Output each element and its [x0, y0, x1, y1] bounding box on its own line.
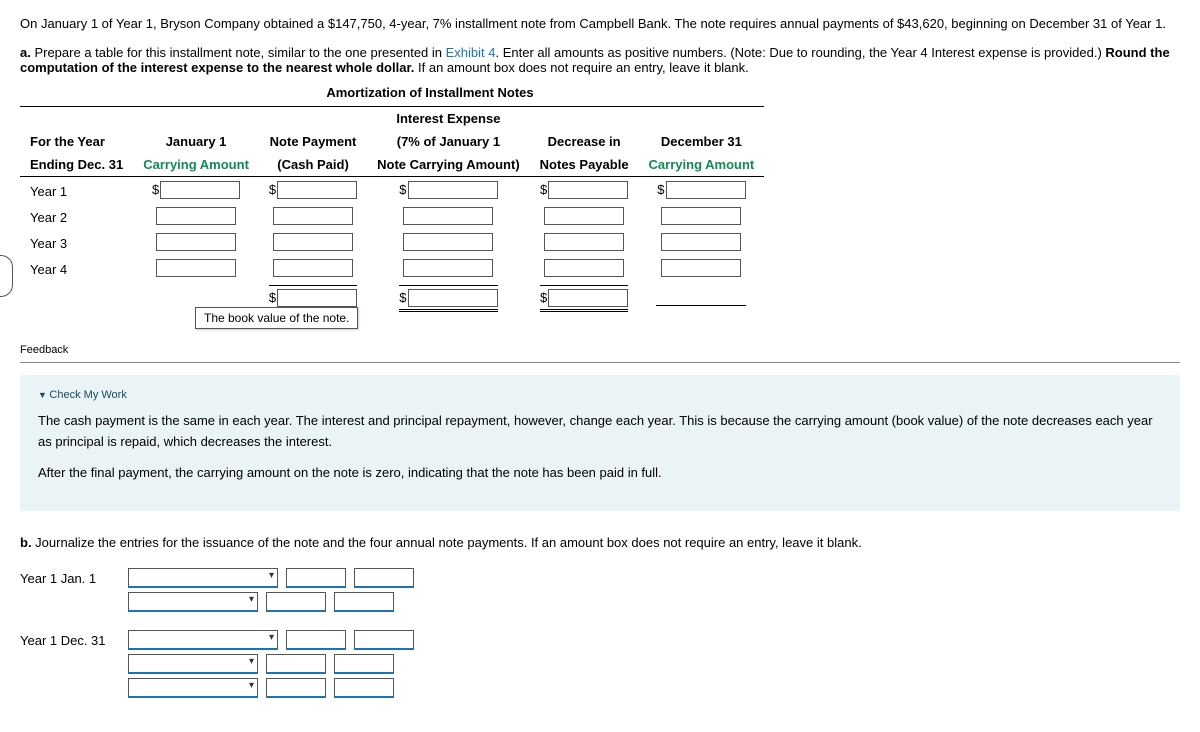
table-row: Year 4 — [20, 255, 764, 281]
dec31-account-2[interactable] — [128, 654, 258, 674]
y3-decrease[interactable] — [544, 233, 624, 251]
jan1-account-1[interactable] — [128, 568, 278, 588]
scroll-handle-icon[interactable] — [0, 255, 13, 297]
y4-payment[interactable] — [273, 259, 353, 277]
col5-header-2: Notes Payable — [530, 153, 639, 177]
y3-interest[interactable] — [403, 233, 493, 251]
journal-entry-dec31: Year 1 Dec. 31 — [20, 630, 1180, 698]
y2-payment[interactable] — [273, 207, 353, 225]
y4-decrease[interactable] — [544, 259, 624, 277]
cmw-paragraph-1: The cash payment is the same in each yea… — [38, 411, 1162, 453]
col2-header-1: January 1 — [133, 130, 259, 153]
tooltip-text: The book value of the note. — [204, 311, 349, 325]
amortization-table: Interest Expense For the Year January 1 … — [20, 106, 764, 316]
tooltip-box: The book value of the note. — [195, 307, 358, 329]
dec31-credit-3[interactable] — [334, 678, 394, 698]
check-my-work-box: Check My Work The cash payment is the sa… — [20, 375, 1180, 511]
journal-entry-jan1: Year 1 Jan. 1 — [20, 568, 1180, 612]
y1-dec31-carrying[interactable] — [666, 181, 746, 199]
part-a-prompt: a. Prepare a table for this installment … — [20, 45, 1180, 75]
y3-jan1-carrying[interactable] — [156, 233, 236, 251]
part-a-text2: . Enter all amounts as positive numbers.… — [496, 45, 1106, 60]
table-title: Amortization of Installment Notes — [20, 85, 840, 100]
table-row: Year 3 — [20, 229, 764, 255]
dec31-debit-3[interactable] — [266, 678, 326, 698]
check-my-work-toggle[interactable]: Check My Work — [38, 389, 1162, 401]
col4-header-1: (7% of January 1 — [367, 130, 530, 153]
col2-header-2: Carrying Amount — [133, 153, 259, 177]
journal-date-1: Year 1 Jan. 1 — [20, 571, 120, 586]
dec31-account-1[interactable] — [128, 630, 278, 650]
part-b-label: b. — [20, 535, 32, 550]
y4-jan1-carrying[interactable] — [156, 259, 236, 277]
y2-decrease[interactable] — [544, 207, 624, 225]
col6-header-1: December 31 — [639, 130, 765, 153]
col1-header-1: For the Year — [20, 130, 133, 153]
y1-decrease[interactable] — [548, 181, 628, 199]
table-row: Year 2 — [20, 203, 764, 229]
col3-header-1: Note Payment — [259, 130, 367, 153]
table-row: Year 1 $ $ $ $ $ — [20, 177, 764, 204]
feedback-section: Feedback Check My Work The cash payment … — [20, 344, 1180, 511]
col4-header-0: Interest Expense — [367, 107, 530, 131]
col1-header-2: Ending Dec. 31 — [20, 153, 133, 177]
y3-dec31-carrying[interactable] — [661, 233, 741, 251]
dec31-credit-2[interactable] — [334, 654, 394, 674]
y3-payment[interactable] — [273, 233, 353, 251]
total-payment[interactable] — [277, 289, 357, 307]
dec31-account-3[interactable] — [128, 678, 258, 698]
y1-payment[interactable] — [277, 181, 357, 199]
jan1-debit-1[interactable] — [286, 568, 346, 588]
part-b-text: Journalize the entries for the issuance … — [32, 535, 862, 550]
jan1-credit-1[interactable] — [354, 568, 414, 588]
journal-date-2: Year 1 Dec. 31 — [20, 633, 120, 648]
part-b-prompt: b. Journalize the entries for the issuan… — [20, 535, 1180, 550]
y4-dec31-carrying[interactable] — [661, 259, 741, 277]
row-label: Year 3 — [20, 229, 133, 255]
col3-header-2: (Cash Paid) — [259, 153, 367, 177]
feedback-label: Feedback — [20, 344, 1180, 363]
jan1-debit-2[interactable] — [266, 592, 326, 612]
row-label: Year 1 — [20, 177, 133, 204]
intro-text: On January 1 of Year 1, Bryson Company o… — [20, 16, 1166, 31]
dec31-debit-2[interactable] — [266, 654, 326, 674]
row-label: Year 4 — [20, 255, 133, 281]
part-a-label: a. — [20, 45, 31, 60]
dec31-credit-1[interactable] — [354, 630, 414, 650]
col5-header-1: Decrease in — [530, 130, 639, 153]
y1-interest[interactable] — [408, 181, 498, 199]
cmw-paragraph-2: After the final payment, the carrying am… — [38, 463, 1162, 484]
jan1-credit-2[interactable] — [334, 592, 394, 612]
y2-interest[interactable] — [403, 207, 493, 225]
col6-header-2: Carrying Amount — [639, 153, 765, 177]
y4-interest[interactable] — [403, 259, 493, 277]
y1-jan1-carrying[interactable] — [160, 181, 240, 199]
part-a-text1: Prepare a table for this installment not… — [31, 45, 446, 60]
check-my-work-header-text: Check My Work — [49, 389, 126, 401]
part-a-blank-note: If an amount box does not require an ent… — [414, 60, 748, 75]
dec31-debit-1[interactable] — [286, 630, 346, 650]
total-interest[interactable] — [408, 289, 498, 307]
y2-jan1-carrying[interactable] — [156, 207, 236, 225]
problem-intro: On January 1 of Year 1, Bryson Company o… — [20, 16, 1180, 31]
col4-header-2: Note Carrying Amount) — [367, 153, 530, 177]
total-decrease[interactable] — [548, 289, 628, 307]
jan1-account-2[interactable] — [128, 592, 258, 612]
totals-row: $ $ $ — [20, 281, 764, 316]
row-label: Year 2 — [20, 203, 133, 229]
y2-dec31-carrying[interactable] — [661, 207, 741, 225]
exhibit-link[interactable]: Exhibit 4 — [446, 45, 496, 60]
